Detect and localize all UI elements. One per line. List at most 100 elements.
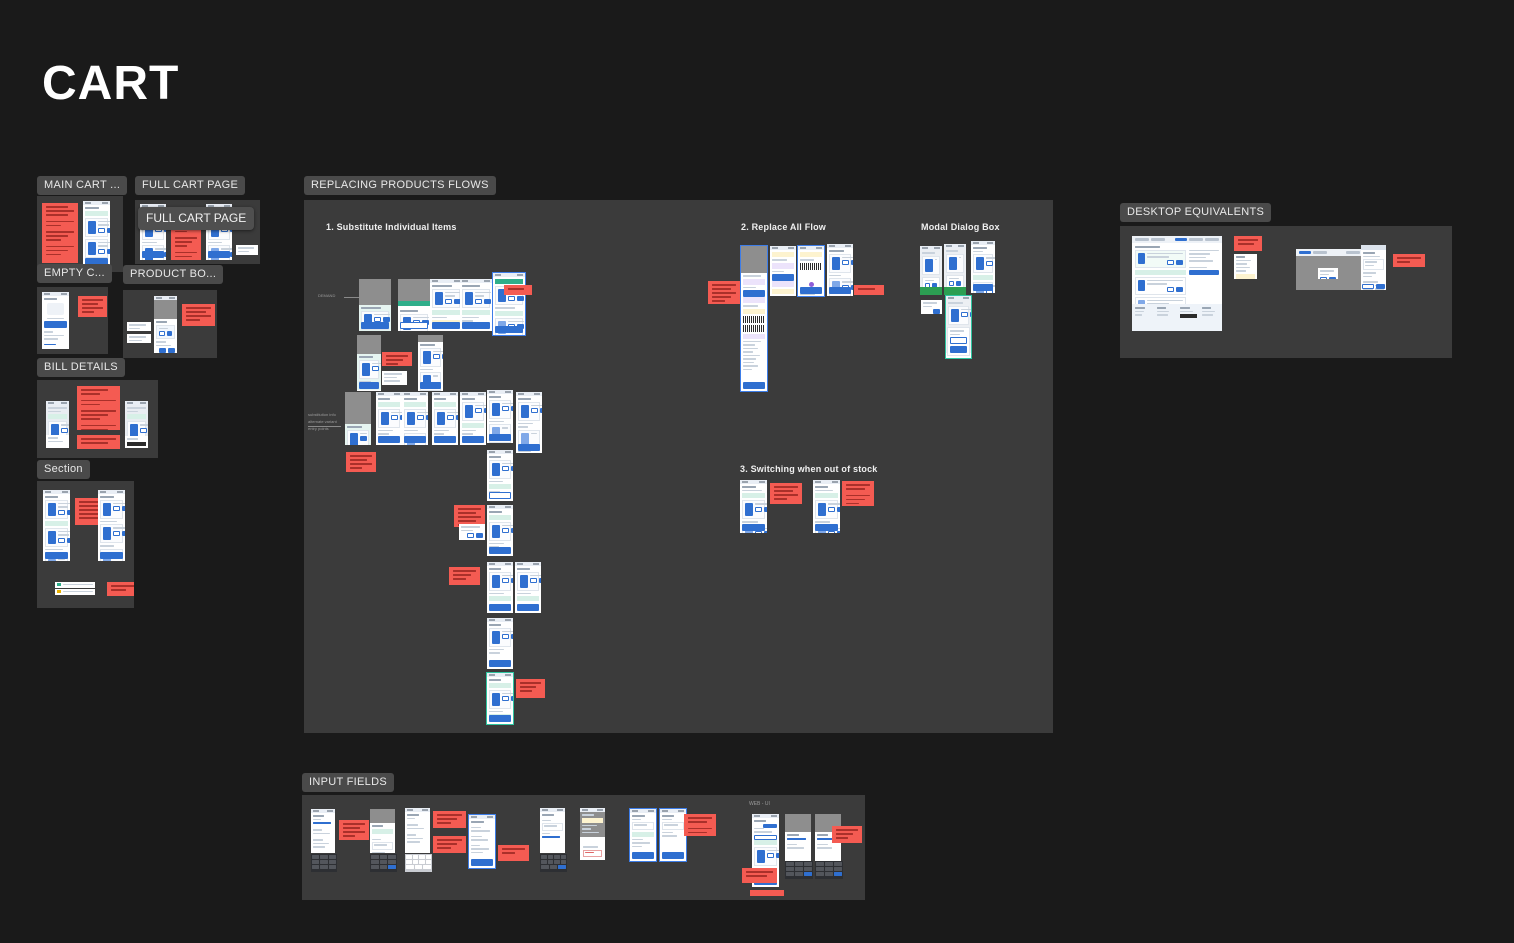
- phone-mockup[interactable]: [83, 201, 110, 267]
- section-label-empty-cart[interactable]: EMPTY C...: [37, 264, 112, 284]
- annotation-note: [854, 285, 884, 295]
- phone-mockup-dimmed[interactable]: [580, 808, 605, 860]
- phone-mockup[interactable]: [42, 292, 69, 349]
- modal-dialog-mockup[interactable]: [1318, 268, 1338, 279]
- phone-mockup[interactable]: [540, 808, 565, 853]
- connector-arrow: [344, 297, 360, 298]
- flow-heading-modal-dialog: Modal Dialog Box: [921, 222, 1000, 232]
- phone-mockup[interactable]: [460, 279, 492, 331]
- phone-mockup[interactable]: [944, 244, 966, 295]
- phone-mockup[interactable]: [492, 272, 526, 336]
- phone-mockup[interactable]: [46, 401, 69, 448]
- phone-mockup[interactable]: [487, 618, 513, 669]
- phone-mockup[interactable]: [430, 279, 462, 331]
- frame-desktop-equivalents[interactable]: [1120, 226, 1452, 358]
- phone-mockup[interactable]: [740, 480, 767, 533]
- desktop-mockup-dimmed[interactable]: [1296, 249, 1363, 290]
- annotation-note: [433, 836, 466, 853]
- annotation-note: [1234, 236, 1262, 251]
- phone-mockup[interactable]: [797, 245, 825, 297]
- phone-mockup[interactable]: [405, 808, 430, 853]
- annotation-note: [742, 868, 777, 883]
- annotation-note: [107, 582, 134, 596]
- annotation-note: [708, 281, 740, 304]
- phone-mockup[interactable]: [945, 295, 972, 359]
- flow-heading-replace-all: 2. Replace All Flow: [741, 222, 826, 232]
- phone-mockup[interactable]: [487, 562, 513, 613]
- annotation-note: [346, 452, 376, 472]
- side-panel-mockup[interactable]: [1361, 245, 1386, 290]
- phone-mockup[interactable]: [311, 809, 335, 853]
- section-label-replacing-products-flows[interactable]: REPLACING PRODUCTS FLOWS: [304, 176, 496, 196]
- section-label-product-box[interactable]: PRODUCT BO...: [123, 265, 224, 285]
- phone-mockup[interactable]: [770, 246, 796, 296]
- flow-caption: DEMAND: [318, 293, 336, 298]
- phone-mockup[interactable]: [785, 814, 811, 861]
- mini-card-mockup[interactable]: [127, 334, 151, 343]
- mini-panel-mockup[interactable]: [1234, 254, 1257, 279]
- frame-empty-cart[interactable]: [37, 287, 108, 354]
- annotation-note: [78, 296, 107, 317]
- frame-bill-details[interactable]: [37, 380, 158, 458]
- phone-mockup[interactable]: [971, 241, 995, 293]
- desktop-mockup[interactable]: [1132, 236, 1222, 331]
- frame-input-fields[interactable]: WEB - UI: [302, 795, 865, 900]
- mini-card-mockup[interactable]: [127, 322, 151, 331]
- phone-mockup[interactable]: [345, 392, 371, 445]
- mini-card-mockup[interactable]: [382, 371, 407, 385]
- section-label-desktop-equivalents[interactable]: DESKTOP EQUIVALENTS: [1120, 203, 1272, 223]
- phone-mockup[interactable]: [376, 392, 402, 445]
- phone-mockup[interactable]: [659, 808, 687, 862]
- annotation-note: [449, 567, 480, 585]
- section-label-full-cart-page[interactable]: FULL CART PAGE: [135, 176, 246, 196]
- phone-mockup[interactable]: [432, 392, 458, 445]
- phone-mockup[interactable]: [125, 401, 148, 448]
- phone-mockup[interactable]: [487, 390, 513, 443]
- frame-section[interactable]: [37, 481, 134, 608]
- dialog-mockup[interactable]: [921, 300, 942, 314]
- section-label-bill-details[interactable]: BILL DETAILS: [37, 358, 125, 378]
- phone-mockup[interactable]: [43, 490, 70, 561]
- annotation-note: [504, 285, 532, 295]
- section-label-main-cart[interactable]: MAIN CART ...: [37, 176, 128, 196]
- frame-main-cart[interactable]: [37, 196, 123, 272]
- phone-mockup[interactable]: [370, 809, 395, 853]
- annotation-note: [1393, 254, 1425, 267]
- annotation-note: [339, 820, 369, 840]
- phone-mockup[interactable]: [398, 279, 430, 331]
- design-board-canvas[interactable]: CART MAIN CART ... EMPTY C... BILL DETAI…: [0, 0, 1514, 943]
- phone-mockup[interactable]: [460, 392, 486, 445]
- annotation-note: [832, 826, 862, 843]
- tooltip-mockup[interactable]: [236, 245, 258, 255]
- annotation-note: [433, 811, 466, 828]
- flow-heading-substitute: 1. Substitute Individual Items: [326, 222, 457, 232]
- phone-mockup[interactable]: [154, 296, 177, 353]
- frame-product-box[interactable]: [123, 290, 217, 358]
- phone-mockup[interactable]: [98, 490, 125, 561]
- section-label-section[interactable]: Section: [37, 460, 90, 480]
- phone-mockup[interactable]: [827, 244, 853, 296]
- phone-mockup[interactable]: [402, 392, 428, 445]
- phone-mockup[interactable]: [920, 246, 942, 295]
- phone-mockup[interactable]: [468, 814, 496, 869]
- phone-mockup[interactable]: [487, 505, 513, 556]
- frame-replacing-products-flows[interactable]: 1. Substitute Individual Items DEMAND su…: [304, 200, 1053, 733]
- section-label-input-fields[interactable]: INPUT FIELDS: [302, 773, 394, 793]
- phone-mockup[interactable]: [487, 450, 513, 501]
- annotation-note: [770, 483, 802, 504]
- mini-card-mockup[interactable]: [459, 524, 485, 540]
- phone-mockup[interactable]: [516, 392, 542, 453]
- annotation-note: [77, 435, 120, 449]
- phone-mockup-tall[interactable]: [740, 245, 768, 392]
- phone-mockup[interactable]: [813, 480, 840, 533]
- phone-mockup[interactable]: [357, 335, 381, 391]
- phone-mockup[interactable]: [359, 279, 391, 331]
- input-field-mockup[interactable]: [55, 582, 95, 588]
- phone-mockup[interactable]: [515, 562, 541, 613]
- phone-mockup[interactable]: [418, 335, 443, 391]
- input-field-mockup[interactable]: [55, 589, 95, 595]
- annotation-note: [77, 386, 120, 430]
- phone-mockup[interactable]: [629, 808, 657, 862]
- annotation-note: [842, 481, 874, 506]
- phone-mockup[interactable]: [486, 672, 514, 725]
